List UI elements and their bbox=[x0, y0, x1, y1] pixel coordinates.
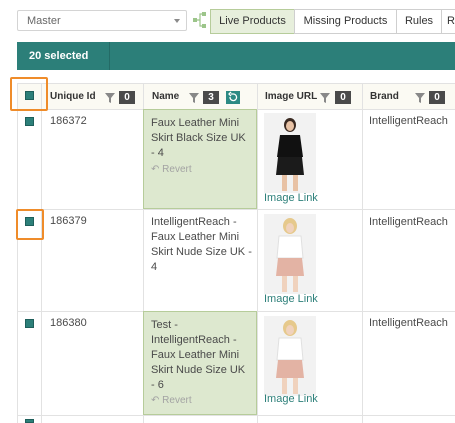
row-checkbox[interactable] bbox=[25, 419, 34, 423]
products-table: Unique Id 0 Name 3 Image URL 0 Brand 0 1… bbox=[17, 83, 455, 423]
undo-icon: ↶ bbox=[151, 395, 160, 406]
tab-overflow[interactable]: R bbox=[441, 9, 455, 34]
name-cell-edited[interactable]: Faux Leather Mini Skirt Black Size UK - … bbox=[143, 109, 257, 209]
brand-cell: IntelligentReach bbox=[369, 216, 448, 228]
undo-icon: ↶ bbox=[151, 164, 160, 175]
table-header: Unique Id 0 Name 3 Image URL 0 Brand 0 bbox=[17, 83, 455, 109]
unique-id-cell: 186379 bbox=[50, 215, 87, 227]
revert-button[interactable]: ↶ Revert bbox=[151, 395, 192, 406]
tab-rules[interactable]: Rules bbox=[396, 9, 442, 34]
highlight-select-all bbox=[10, 77, 48, 111]
catalog-select-value: Master bbox=[27, 15, 61, 27]
column-name[interactable]: Name bbox=[152, 84, 179, 110]
row-checkbox[interactable] bbox=[25, 117, 34, 126]
column-unique-id[interactable]: Unique Id bbox=[50, 84, 96, 110]
row-checkbox[interactable] bbox=[25, 319, 34, 328]
filter-count-badge: 3 bbox=[203, 91, 219, 104]
image-link[interactable]: Image Link bbox=[264, 393, 318, 405]
product-image bbox=[264, 316, 316, 396]
row-divider bbox=[17, 415, 455, 416]
column-divider bbox=[362, 83, 363, 423]
product-image bbox=[264, 214, 316, 294]
name-text: Faux Leather Mini Skirt Black Size UK - … bbox=[151, 117, 246, 159]
filter-icon[interactable] bbox=[105, 93, 115, 103]
column-image-url[interactable]: Image URL bbox=[265, 84, 317, 110]
highlight-row-checkbox bbox=[16, 209, 44, 240]
name-cell[interactable]: IntelligentReach - Faux Leather Mini Ski… bbox=[151, 215, 256, 275]
row-divider bbox=[17, 209, 455, 210]
toolbar: Master Live Products Missing Products Ru… bbox=[0, 0, 455, 42]
column-brand[interactable]: Brand bbox=[370, 84, 399, 110]
filter-count-badge: 0 bbox=[429, 91, 445, 104]
tab-live-products[interactable]: Live Products bbox=[210, 9, 295, 34]
column-divider bbox=[41, 83, 42, 423]
product-image bbox=[264, 113, 316, 193]
divider bbox=[109, 42, 110, 70]
filter-icon[interactable] bbox=[320, 93, 330, 103]
image-link[interactable]: Image Link bbox=[264, 192, 318, 204]
unique-id-cell: 186380 bbox=[50, 317, 87, 329]
column-divider bbox=[257, 83, 258, 423]
unique-id-cell: 186372 bbox=[50, 115, 87, 127]
image-link[interactable]: Image Link bbox=[264, 293, 318, 305]
selection-bar: 20 selected bbox=[17, 42, 455, 70]
revert-label: Revert bbox=[162, 164, 192, 175]
chevron-down-icon bbox=[174, 19, 180, 23]
selection-count: 20 selected bbox=[29, 50, 89, 62]
name-cell-edited[interactable]: Test - IntelligentReach - Faux Leather M… bbox=[143, 311, 257, 415]
filter-icon[interactable] bbox=[189, 93, 199, 103]
revert-button[interactable]: ↶ Revert bbox=[151, 164, 192, 175]
filter-count-badge: 0 bbox=[335, 91, 351, 104]
filter-count-badge: 0 bbox=[119, 91, 135, 104]
filter-icon[interactable] bbox=[415, 93, 425, 103]
brand-cell: IntelligentReach bbox=[369, 115, 448, 127]
name-text: Test - IntelligentReach - Faux Leather M… bbox=[151, 319, 246, 391]
brand-cell: IntelligentReach bbox=[369, 317, 448, 329]
revert-label: Revert bbox=[162, 395, 192, 406]
column-divider bbox=[17, 83, 18, 423]
catalog-select[interactable]: Master bbox=[17, 10, 187, 31]
revert-all-icon[interactable] bbox=[226, 91, 240, 104]
hierarchy-icon[interactable] bbox=[193, 11, 207, 29]
tab-missing-products[interactable]: Missing Products bbox=[294, 9, 397, 34]
